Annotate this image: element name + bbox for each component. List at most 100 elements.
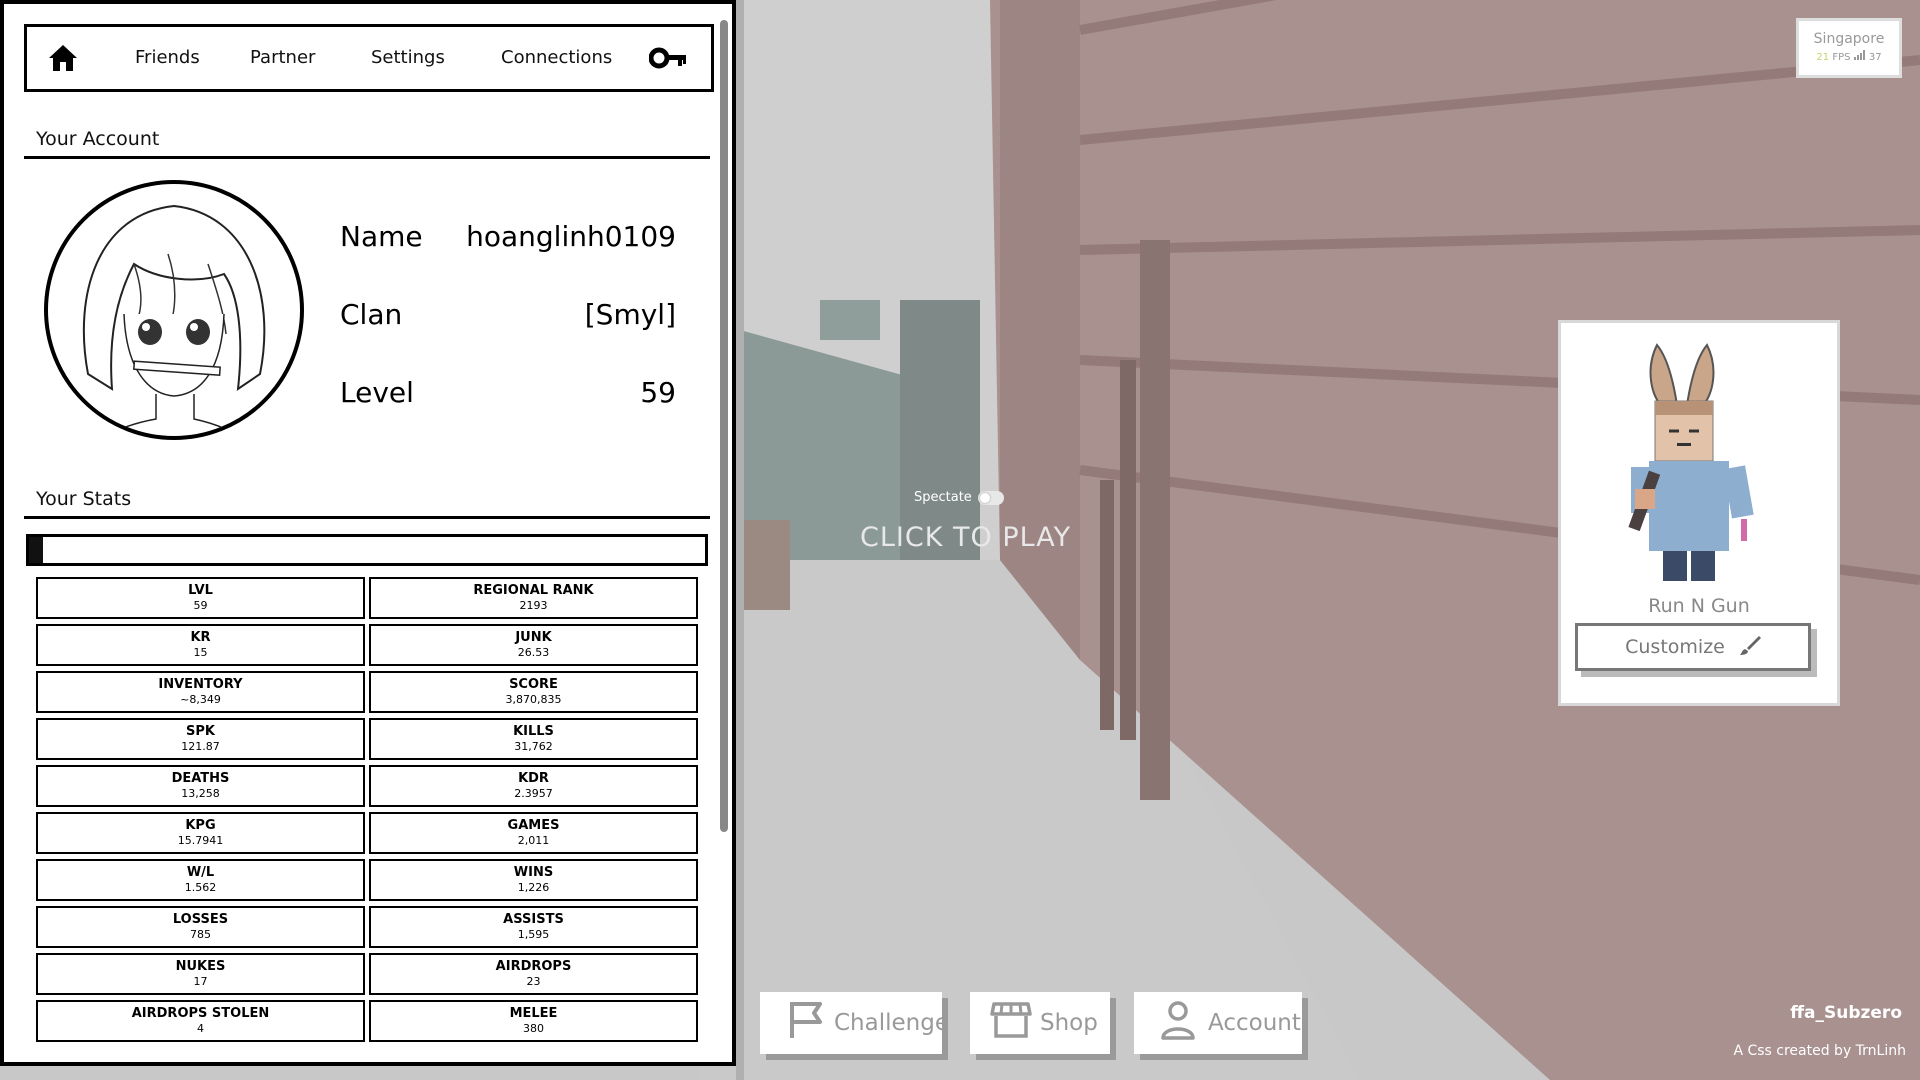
stat-cell-kr: KR 15 — [36, 624, 365, 666]
stat-label: SCORE — [509, 677, 558, 692]
stat-cell-regional-rank: REGIONAL RANK 2193 — [369, 577, 698, 619]
server-info[interactable]: Singapore 21 FPS 37 — [1796, 18, 1902, 78]
stat-value: 4 — [197, 1022, 204, 1035]
top-nav: Friends Partner Settings Connections — [24, 24, 714, 92]
customize-label: Customize — [1625, 636, 1725, 658]
character-card: Run N Gun Customize — [1558, 320, 1840, 706]
stat-value: 13,258 — [181, 787, 220, 800]
stat-value: 2.3957 — [514, 787, 553, 800]
stat-value: 121.87 — [181, 740, 220, 753]
stat-value: 59 — [193, 599, 208, 612]
stat-cell-melee: MELEE 380 — [369, 1000, 698, 1042]
stat-value: 1,226 — [517, 881, 550, 894]
stat-cell-airdrops-stolen: AIRDROPS STOLEN 4 — [36, 1000, 365, 1042]
stat-value: 380 — [523, 1022, 544, 1035]
nav-connections[interactable]: Connections — [501, 47, 612, 68]
nav-settings[interactable]: Settings — [371, 47, 445, 68]
home-icon[interactable] — [27, 44, 99, 72]
level-label: Level — [340, 376, 414, 409]
stat-label: KILLS — [513, 724, 554, 739]
css-credit: A Css created by TrnLinh — [1733, 1043, 1906, 1059]
stat-cell-airdrops: AIRDROPS 23 — [369, 953, 698, 995]
brush-icon — [1739, 634, 1761, 661]
stat-value: 2,011 — [517, 834, 550, 847]
account-divider — [24, 156, 710, 159]
stat-value: 15 — [193, 646, 208, 659]
stat-label: WINS — [513, 865, 554, 880]
stat-label: LOSSES — [172, 912, 229, 927]
stat-cell-games: GAMES 2,011 — [369, 812, 698, 854]
stat-cell-lvl: LVL 59 — [36, 577, 365, 619]
server-region: Singapore — [1813, 31, 1885, 47]
click-to-play[interactable]: CLICK TO PLAY — [860, 522, 1071, 553]
class-name: Run N Gun — [1648, 595, 1750, 617]
stat-value: 1.562 — [184, 881, 217, 894]
stat-value: 31,762 — [514, 740, 553, 753]
level-value: 59 — [640, 376, 676, 409]
spectate-toggle[interactable] — [977, 490, 1004, 505]
stat-value: 1,595 — [517, 928, 550, 941]
signal-icon — [1853, 50, 1869, 63]
stat-value: 15.7941 — [177, 834, 224, 847]
clan-value: [Smyl] — [584, 298, 676, 331]
stat-label: JUNK — [515, 630, 552, 645]
account-button[interactable]: Account — [1134, 992, 1302, 1054]
stat-cell-spk: SPK 121.87 — [36, 718, 365, 760]
stat-label: REGIONAL RANK — [473, 583, 594, 598]
fps-value: 21 — [1816, 52, 1830, 63]
nav-friends[interactable]: Friends — [135, 47, 200, 68]
your-account-title: Your Account — [36, 128, 160, 150]
stat-label: INVENTORY — [158, 677, 243, 692]
stat-cell-w-l: W/L 1.562 — [36, 859, 365, 901]
key-icon[interactable] — [648, 47, 687, 74]
challenge-button[interactable]: Challenge — [760, 992, 949, 1054]
stat-label: AIRDROPS STOLEN — [131, 1006, 270, 1021]
stat-cell-losses: LOSSES 785 — [36, 906, 365, 948]
character-preview — [1611, 339, 1791, 589]
stat-value: 785 — [190, 928, 211, 941]
stat-label: GAMES — [507, 818, 560, 833]
stat-cell-kills: KILLS 31,762 — [369, 718, 698, 760]
stat-label: LVL — [188, 583, 213, 598]
stat-label: DEATHS — [171, 771, 230, 786]
stat-cell-assists: ASSISTS 1,595 — [369, 906, 698, 948]
customize-button[interactable]: Customize — [1575, 623, 1811, 671]
stat-label: KR — [190, 630, 211, 645]
spectate-label: Spectate — [914, 490, 972, 505]
stat-label: SPK — [186, 724, 215, 739]
stat-value: 17 — [193, 975, 208, 988]
name-value: hoanglinh0109 — [466, 220, 676, 253]
name-label: Name — [340, 220, 423, 253]
shop-icon — [990, 1000, 1032, 1046]
stat-label: AIRDROPS — [495, 959, 572, 974]
stat-label: KDR — [518, 771, 549, 786]
stats-divider — [24, 516, 710, 519]
stat-value: ~8,349 — [180, 693, 221, 706]
stat-cell-nukes: NUKES 17 — [36, 953, 365, 995]
stat-label: W/L — [186, 865, 215, 880]
ping-value: 37 — [1868, 52, 1882, 63]
avatar — [44, 180, 304, 440]
stat-value: 2193 — [519, 599, 548, 612]
challenge-label: Challenge — [834, 1010, 949, 1036]
level-progress-bar — [26, 534, 708, 566]
stat-cell-junk: JUNK 26.53 — [369, 624, 698, 666]
nav-partner[interactable]: Partner — [250, 47, 315, 68]
stat-cell-score: SCORE 3,870,835 — [369, 671, 698, 713]
stat-cell-kpg: KPG 15.7941 — [36, 812, 365, 854]
stat-label: KPG — [185, 818, 216, 833]
stat-cell-inventory: INVENTORY ~8,349 — [36, 671, 365, 713]
person-icon — [1160, 1000, 1196, 1046]
stat-value: 26.53 — [517, 646, 550, 659]
stats-grid: LVL 59 REGIONAL RANK 2193 KR 15 JUNK 26.53 INVEN… — [36, 577, 700, 1042]
shop-label: Shop — [1040, 1010, 1098, 1036]
clan-label: Clan — [340, 298, 403, 331]
flag-icon — [788, 1000, 824, 1046]
stat-cell-deaths: DEATHS 13,258 — [36, 765, 365, 807]
panel-scrollbar[interactable] — [720, 20, 728, 832]
your-stats-title: Your Stats — [36, 488, 132, 510]
stat-label: ASSISTS — [503, 912, 564, 927]
stat-value: 23 — [526, 975, 541, 988]
shop-button[interactable]: Shop — [970, 992, 1110, 1054]
stat-value: 3,870,835 — [505, 693, 562, 706]
